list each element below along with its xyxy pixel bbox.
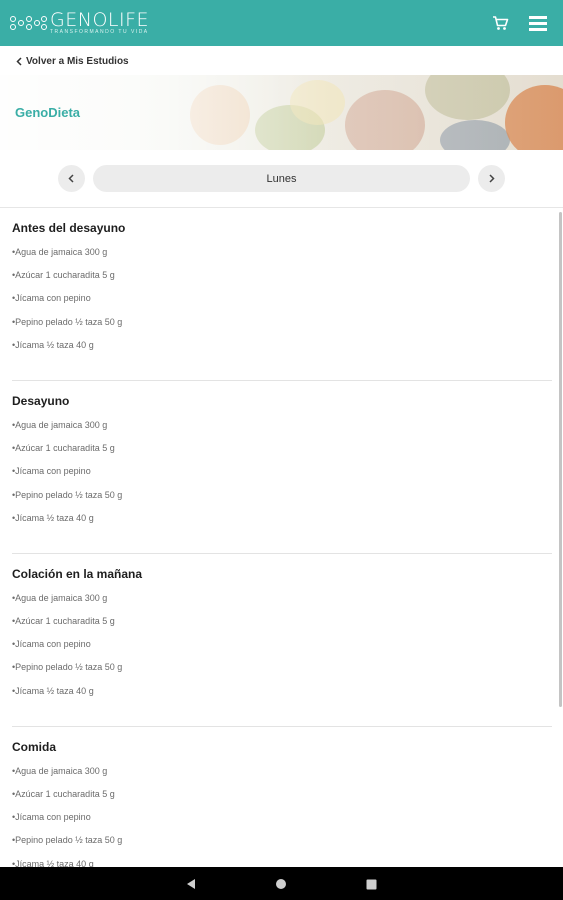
genolife-logo[interactable]: GENOLIFE TRANSFORMANDO TU VIDA xyxy=(10,11,149,35)
list-item: •Agua de jamaica 300 g xyxy=(12,419,108,430)
nav-recents-icon[interactable] xyxy=(362,875,380,893)
list-item: •Agua de jamaica 300 g xyxy=(12,247,108,257)
meal-title: Colación en la mañana xyxy=(12,566,143,581)
chevron-right-icon xyxy=(489,174,495,183)
app-bar: GENOLIFE TRANSFORMANDO TU VIDA xyxy=(0,0,563,46)
list-item: •Jícama con pepino xyxy=(12,293,91,304)
list-item: •Pepino pelado ½ taza 50 g xyxy=(12,489,123,500)
meal-section: Antes del desayuno •Agua de jamaica 300 … xyxy=(12,208,552,381)
list-item: •Agua de jamaica 300 g xyxy=(12,592,108,603)
hero-banner: GenoDieta xyxy=(0,75,563,150)
brand-tagline: TRANSFORMANDO TU VIDA xyxy=(50,29,149,35)
previous-day-button[interactable] xyxy=(58,165,85,192)
cart-icon[interactable] xyxy=(487,10,513,36)
meal-section: Colación en la mañana •Agua de jamaica 3… xyxy=(12,554,552,727)
menu-icon[interactable] xyxy=(525,10,551,36)
meal-section: Desayuno •Agua de jamaica 300 g •Azúcar … xyxy=(12,381,552,554)
logo-dots-icon xyxy=(10,15,47,31)
list-item: •Jícama con pepino xyxy=(12,639,91,650)
list-item: •Jícama con pepino xyxy=(12,812,91,823)
list-item: •Jícama ½ taza 40 g xyxy=(12,512,94,523)
scrollbar[interactable] xyxy=(559,212,562,707)
meal-title: Antes del desayuno xyxy=(12,221,126,235)
chevron-left-icon xyxy=(68,174,74,183)
chevron-left-icon xyxy=(16,56,22,66)
list-item: •Jícama con pepino xyxy=(12,466,91,477)
list-item: •Azúcar 1 cucharadita 5 g xyxy=(12,616,115,627)
current-day-label[interactable]: Lunes xyxy=(93,165,470,192)
list-item: •Azúcar 1 cucharadita 5 g xyxy=(12,270,115,281)
list-item: •Jícama ½ taza 40 g xyxy=(12,685,94,696)
meal-title: Comida xyxy=(12,739,57,754)
brand-name: GENOLIFE xyxy=(50,9,150,31)
list-item: •Jícama ½ taza 40 g xyxy=(12,858,94,867)
list-item: •Azúcar 1 cucharadita 5 g xyxy=(12,789,115,799)
meal-title: Desayuno xyxy=(12,393,70,408)
back-link-label: Volver a Mis Estudios xyxy=(26,55,129,67)
day-selector: Lunes xyxy=(0,150,563,208)
nav-home-icon[interactable] xyxy=(272,875,290,893)
list-item: •Jícama ½ taza 40 g xyxy=(12,339,94,350)
meal-list[interactable]: Antes del desayuno •Agua de jamaica 300 … xyxy=(0,208,563,867)
next-day-button[interactable] xyxy=(478,165,505,192)
system-nav-bar xyxy=(0,867,563,900)
back-to-studies-link[interactable]: Volver a Mis Estudios xyxy=(16,52,129,70)
list-item: •Agua de jamaica 300 g xyxy=(12,765,108,776)
page-title: GenoDieta xyxy=(15,105,81,120)
nav-back-icon[interactable] xyxy=(182,875,200,893)
list-item: •Azúcar 1 cucharadita 5 g xyxy=(12,443,115,454)
list-item: •Pepino pelado ½ taza 50 g xyxy=(12,316,123,327)
list-item: •Pepino pelado ½ taza 50 g xyxy=(12,662,123,673)
list-item: •Pepino pelado ½ taza 50 g xyxy=(12,835,123,846)
meal-section: Comida •Agua de jamaica 300 g •Azúcar 1 … xyxy=(12,727,552,867)
